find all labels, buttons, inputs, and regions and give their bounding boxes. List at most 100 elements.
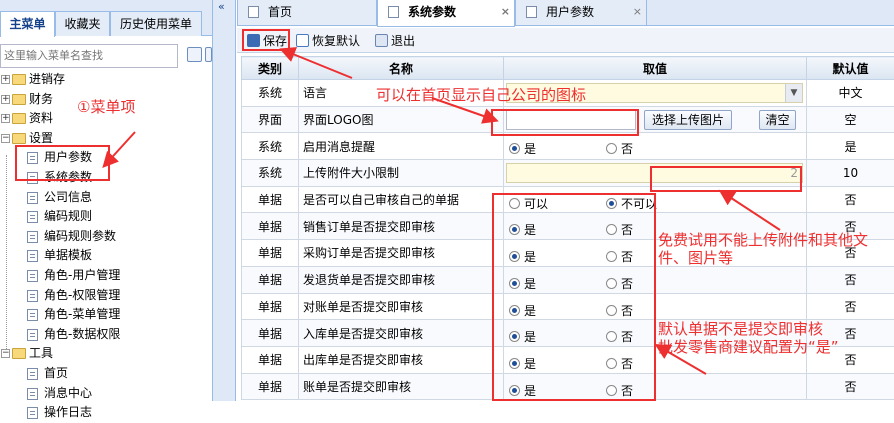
tree-item-code-rule-params[interactable]: 编码规则参数: [0, 227, 212, 247]
tree-label: 进销存: [29, 70, 65, 89]
cell-type: 系统: [242, 80, 299, 107]
panel-splitter[interactable]: [213, 0, 236, 401]
tab-history-menu[interactable]: 历史使用菜单: [110, 11, 202, 36]
exit-button[interactable]: 退出: [373, 32, 415, 50]
expand-icon[interactable]: +: [1, 114, 10, 123]
radio-no[interactable]: 否: [606, 302, 633, 319]
close-icon[interactable]: ×: [501, 0, 510, 24]
tree-item-operation-log[interactable]: 操作日志: [0, 403, 212, 423]
tree-item-role-data[interactable]: 角色-数据权限: [0, 325, 212, 345]
tree-label: 消息中心: [44, 384, 92, 403]
annotation-audit-2: 批发零售商建议配置为“是”: [658, 338, 839, 357]
tree-item-message-center[interactable]: 消息中心: [0, 384, 212, 404]
upload-limit-input[interactable]: 2: [506, 163, 803, 183]
annotation-audit-1: 默认单据不是提交即审核: [658, 320, 823, 339]
tree-label: 用户参数: [44, 148, 92, 167]
radio-yes[interactable]: 是: [509, 248, 536, 265]
tree-label: 编码规则: [44, 207, 92, 226]
radio-no[interactable]: 否: [606, 275, 633, 292]
cell-name: 采购订单是否提交即审核: [299, 240, 504, 267]
col-name-header[interactable]: 名称: [299, 57, 504, 80]
cell-default: 中文: [807, 80, 894, 107]
cell-name: 对账单是否提交即审核: [299, 293, 504, 320]
tree-folder-inventory[interactable]: + 进销存: [0, 70, 212, 90]
tab-favorites[interactable]: 收藏夹: [55, 11, 110, 36]
tree-item-role-user[interactable]: 角色-用户管理: [0, 266, 212, 286]
cell-name: 账单是否提交即审核: [299, 373, 504, 400]
radio-yes[interactable]: 是: [509, 355, 536, 372]
radio-yes[interactable]: 是: [509, 275, 536, 292]
cell-name: 界面LOGO图: [299, 106, 504, 133]
table-row[interactable]: 单据 账单是否提交即审核 是 否 否: [242, 373, 894, 400]
annotation-trial-1: 免费试用不能上传附件和其他文: [658, 231, 868, 250]
radio-no[interactable]: 否: [606, 140, 633, 157]
radio-no[interactable]: 否: [606, 355, 633, 372]
radio-no[interactable]: 否: [606, 221, 633, 238]
cell-type: 单据: [242, 213, 299, 240]
tree-item-system-params[interactable]: 系统参数: [0, 168, 212, 188]
table-row[interactable]: 界面 界面LOGO图 选择上传图片 清空 空: [242, 106, 894, 133]
tab-home[interactable]: 首页: [237, 0, 377, 26]
tab-user-params[interactable]: 用户参数 ×: [515, 0, 647, 26]
radio-no[interactable]: 否: [606, 382, 633, 399]
tab-label: 系统参数: [408, 5, 456, 19]
table-row[interactable]: 单据 发退货单是否提交即审核 是 否 否: [242, 266, 894, 293]
tree-label: 资料: [29, 109, 53, 128]
col-value-header[interactable]: 取值: [504, 57, 807, 80]
tree-item-role-menu[interactable]: 角色-菜单管理: [0, 305, 212, 325]
cell-name: 启用消息提醒: [299, 133, 504, 160]
exit-label: 退出: [391, 34, 415, 48]
collapse-icon[interactable]: −: [1, 134, 10, 143]
tree-folder-settings[interactable]: − 设置: [0, 129, 212, 149]
tree-item-home[interactable]: 首页: [0, 364, 212, 384]
collapse-panel-icon[interactable]: «: [218, 0, 225, 13]
radio-can[interactable]: 可以: [509, 195, 548, 212]
collapse-icon[interactable]: −: [1, 349, 10, 358]
reset-default-button[interactable]: 恢复默认: [294, 32, 360, 50]
search-locate-icon[interactable]: [187, 47, 202, 62]
page-icon: [27, 329, 38, 341]
left-menu-panel: 主菜单 收藏夹 历史使用菜单 + 进销存 + 财务 + 资料 − 设置 用: [0, 0, 213, 401]
page-icon: [27, 211, 38, 223]
radio-cannot[interactable]: 不可以: [606, 195, 657, 212]
cell-name: 上传附件大小限制: [299, 160, 504, 187]
radio-yes[interactable]: 是: [509, 140, 536, 157]
col-type-header[interactable]: 类别: [242, 57, 299, 80]
page-icon: [27, 152, 38, 164]
tree-item-role-permission[interactable]: 角色-权限管理: [0, 286, 212, 306]
left-tab-bar: 主菜单 收藏夹 历史使用菜单: [0, 0, 212, 36]
menu-search-input[interactable]: [0, 44, 178, 68]
folder-open-icon: [12, 348, 26, 359]
radio-yes[interactable]: 是: [509, 382, 536, 399]
upload-image-button[interactable]: 选择上传图片: [644, 110, 732, 130]
radio-no[interactable]: 否: [606, 328, 633, 345]
tree-item-company-info[interactable]: 公司信息: [0, 188, 212, 208]
logo-path-field[interactable]: [506, 110, 636, 130]
table-row[interactable]: 单据 对账单是否提交即审核 是 否 否: [242, 293, 894, 320]
radio-yes[interactable]: 是: [509, 221, 536, 238]
table-row[interactable]: 系统 启用消息提醒 是 否 是: [242, 133, 894, 160]
col-default-header[interactable]: 默认值: [807, 57, 894, 80]
tree-item-code-rules[interactable]: 编码规则: [0, 207, 212, 227]
table-row[interactable]: 系统 上传附件大小限制 2 10: [242, 160, 894, 187]
radio-no[interactable]: 否: [606, 248, 633, 265]
radio-yes[interactable]: 是: [509, 328, 536, 345]
cell-default: 否: [807, 373, 894, 400]
table-row[interactable]: 单据 是否可以自己审核自己的单据 可以 不可以 否: [242, 186, 894, 213]
radio-yes[interactable]: 是: [509, 302, 536, 319]
annotation-logo: 可以在首页显示自己公司的图标: [376, 86, 586, 105]
chevron-down-icon[interactable]: ▼: [785, 84, 802, 102]
save-button[interactable]: 保存: [245, 32, 287, 50]
search-option-icon[interactable]: [205, 47, 212, 62]
close-icon[interactable]: ×: [633, 0, 642, 24]
expand-icon[interactable]: +: [1, 75, 10, 84]
tab-main-menu[interactable]: 主菜单: [0, 11, 55, 37]
tab-system-params[interactable]: 系统参数 ×: [377, 0, 515, 27]
tree-folder-tools[interactable]: − 工具: [0, 344, 212, 364]
page-icon: [27, 407, 38, 419]
expand-icon[interactable]: +: [1, 95, 10, 104]
tree-item-doc-templates[interactable]: 单据模板: [0, 246, 212, 266]
clear-button[interactable]: 清空: [759, 110, 796, 130]
page-icon: [27, 192, 38, 204]
tree-item-user-params[interactable]: 用户参数: [0, 148, 212, 168]
